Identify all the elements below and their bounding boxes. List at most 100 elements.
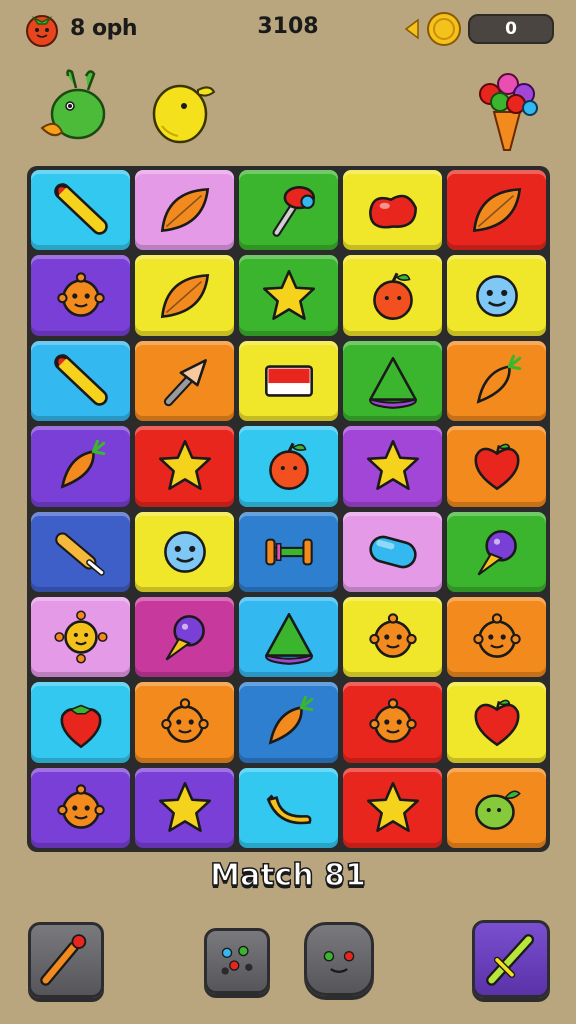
hammer-icon bbox=[272, 186, 315, 237]
tile-r5-c1[interactable] bbox=[31, 511, 130, 592]
tile-r4-c3[interactable] bbox=[239, 426, 338, 507]
lives-label: 8 oph bbox=[70, 15, 138, 41]
tile-r6-c5[interactable] bbox=[447, 596, 546, 678]
monster-icon bbox=[56, 784, 105, 829]
bomb-button[interactable] bbox=[304, 922, 374, 996]
tile-r6-c3[interactable] bbox=[239, 596, 338, 678]
tile-r4-c2[interactable] bbox=[135, 426, 234, 507]
tile-r4-c5[interactable] bbox=[447, 426, 546, 507]
tile-r6-c1[interactable] bbox=[31, 596, 130, 678]
carrot-icon bbox=[268, 696, 313, 746]
shuffle-button[interactable] bbox=[204, 928, 270, 994]
tile-r4-c1[interactable] bbox=[31, 426, 130, 507]
star-icon bbox=[366, 440, 419, 491]
tile-r4-c4[interactable] bbox=[343, 426, 442, 507]
carrot-icon bbox=[476, 354, 521, 404]
bouquet-powerup-icon[interactable] bbox=[470, 68, 544, 154]
top-hud: 8 oph 3108 0 bbox=[0, 0, 576, 60]
tile-r8-c3[interactable] bbox=[239, 767, 338, 848]
apple-icon bbox=[372, 272, 413, 320]
tile-r8-c2[interactable] bbox=[135, 767, 234, 848]
smiley-icon bbox=[163, 530, 206, 573]
tile-grid bbox=[31, 170, 546, 848]
tile-r2-c3[interactable] bbox=[239, 255, 338, 336]
heart-icon bbox=[474, 443, 519, 491]
tile-r2-c4[interactable] bbox=[343, 255, 442, 336]
tile-r7-c1[interactable] bbox=[31, 682, 130, 763]
banana-icon bbox=[266, 794, 311, 825]
tile-r7-c4[interactable] bbox=[343, 682, 442, 763]
monster-icon bbox=[160, 698, 209, 744]
bean-icon bbox=[368, 194, 417, 229]
leaf-icon bbox=[160, 273, 209, 318]
tile-r5-c4[interactable] bbox=[343, 511, 442, 592]
wand-icon bbox=[40, 934, 87, 986]
tile-r1-c2[interactable] bbox=[135, 170, 234, 251]
block-icon bbox=[264, 365, 313, 397]
coin-counter[interactable]: 0 bbox=[468, 14, 554, 44]
capsule-icon bbox=[368, 535, 417, 569]
monster-icon bbox=[472, 613, 521, 658]
arrow-icon bbox=[163, 359, 207, 407]
bomb-icon bbox=[323, 951, 355, 973]
sword-button[interactable] bbox=[472, 920, 550, 998]
star-icon bbox=[366, 781, 419, 832]
sword-icon bbox=[486, 934, 535, 986]
tile-r2-c5[interactable] bbox=[447, 255, 546, 336]
leaf-icon bbox=[472, 188, 521, 233]
tile-r7-c2[interactable] bbox=[135, 682, 234, 763]
wand-button[interactable] bbox=[28, 922, 104, 998]
tile-r3-c3[interactable] bbox=[239, 340, 338, 422]
tile-r3-c4[interactable] bbox=[343, 340, 442, 422]
tile-r2-c2[interactable] bbox=[135, 255, 234, 336]
tomato-icon bbox=[26, 15, 58, 47]
lemon-powerup-icon[interactable] bbox=[148, 72, 218, 150]
carrot-icon bbox=[60, 440, 105, 489]
popsicle-icon bbox=[54, 532, 105, 576]
tile-r7-c5[interactable] bbox=[447, 682, 546, 763]
star-icon bbox=[158, 781, 211, 832]
star-icon bbox=[158, 440, 211, 491]
match-counter: Match 81 bbox=[209, 857, 366, 894]
tile-r3-c1[interactable] bbox=[31, 340, 130, 422]
berry-icon bbox=[474, 790, 521, 830]
cone-icon bbox=[368, 356, 417, 409]
smiley-icon bbox=[475, 274, 518, 317]
heart-icon bbox=[474, 700, 519, 747]
apple-icon bbox=[268, 442, 309, 491]
powerup-row bbox=[0, 62, 576, 152]
monster-icon bbox=[56, 271, 105, 317]
lives-display: 8 oph bbox=[22, 8, 138, 48]
icecream-icon bbox=[477, 529, 517, 576]
tile-r5-c2[interactable] bbox=[135, 511, 234, 592]
tile-r1-c1[interactable] bbox=[31, 170, 130, 251]
coin-display bbox=[404, 10, 464, 48]
tile-r5-c5[interactable] bbox=[447, 511, 546, 592]
tile-r8-c5[interactable] bbox=[447, 767, 546, 848]
dragon-powerup-icon[interactable] bbox=[38, 66, 112, 150]
tile-r8-c4[interactable] bbox=[343, 767, 442, 848]
monster-icon bbox=[368, 613, 417, 658]
tile-r7-c3[interactable] bbox=[239, 682, 338, 763]
tile-r6-c4[interactable] bbox=[343, 596, 442, 678]
tile-r3-c2[interactable] bbox=[135, 340, 234, 422]
tile-r1-c5[interactable] bbox=[447, 170, 546, 251]
sun-icon bbox=[53, 610, 108, 664]
monster-icon bbox=[368, 698, 417, 744]
tile-r1-c3[interactable] bbox=[239, 170, 338, 251]
strawberry-icon bbox=[60, 705, 101, 749]
dumbbell-icon bbox=[264, 538, 313, 566]
tile-r5-c3[interactable] bbox=[239, 511, 338, 592]
corn-icon bbox=[53, 354, 108, 406]
tile-r8-c1[interactable] bbox=[31, 767, 130, 848]
tile-r6-c2[interactable] bbox=[135, 596, 234, 678]
leaf-icon bbox=[160, 188, 209, 233]
star-icon bbox=[262, 269, 315, 320]
coin-icon bbox=[404, 12, 461, 46]
cone-icon bbox=[264, 613, 313, 665]
tile-r2-c1[interactable] bbox=[31, 255, 130, 336]
corn-icon bbox=[53, 183, 108, 235]
tile-r1-c4[interactable] bbox=[343, 170, 442, 251]
tile-r3-c5[interactable] bbox=[447, 340, 546, 422]
icecream-icon bbox=[165, 615, 205, 661]
